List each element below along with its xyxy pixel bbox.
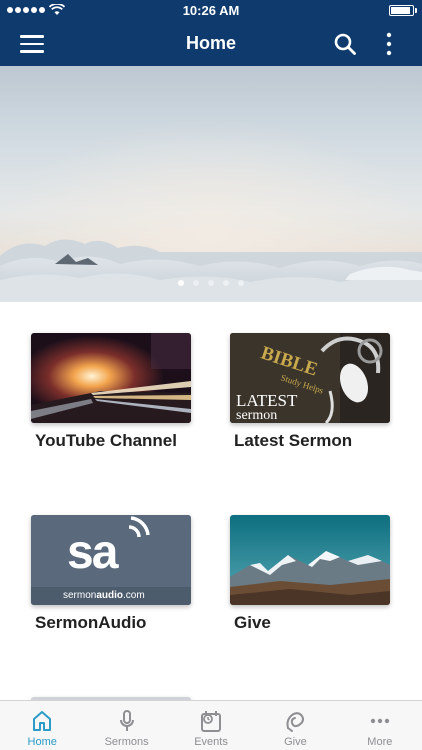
tile-give[interactable]: Give [230, 515, 392, 633]
tab-bar: Home Sermons Events Give More [0, 700, 422, 750]
status-bar: 10:26 AM [0, 0, 422, 22]
sermonaudio-logo-text: sa [67, 526, 118, 579]
hero-pager[interactable] [0, 280, 422, 286]
more-vertical-icon[interactable] [382, 32, 396, 56]
sermonaudio-caption-c: .com [123, 590, 145, 601]
pager-dot[interactable] [208, 280, 214, 286]
tile-label: Latest Sermon [234, 431, 353, 450]
hero-banner[interactable] [0, 66, 422, 302]
pager-dot[interactable] [238, 280, 244, 286]
sermonaudio-caption-b: audio [96, 590, 124, 601]
microphone-icon [119, 710, 134, 731]
youtube-channel-image [31, 333, 191, 423]
tab-sermons[interactable]: Sermons [84, 701, 168, 750]
tab-label: Sermons [104, 736, 149, 748]
pager-dot[interactable] [223, 280, 229, 286]
tab-give[interactable]: Give [253, 701, 337, 750]
tile-sermonaudio[interactable]: sa sermonaudio.com SermonAudio [31, 515, 193, 633]
more-horizontal-icon [370, 718, 390, 724]
nav-bar: Home [0, 22, 422, 66]
battery-icon [389, 5, 417, 16]
sermonaudio-caption-a: sermon [63, 590, 97, 601]
tile-label: SermonAudio [35, 613, 147, 632]
content-grid: YouTube Channel BIBLE Study Helps LATEST… [0, 302, 422, 700]
page-title: Home [185, 33, 236, 53]
tab-events[interactable]: Events [169, 701, 253, 750]
calendar-clock-icon [201, 711, 222, 732]
tab-label: Events [194, 736, 228, 748]
search-icon[interactable] [333, 32, 357, 56]
clouds-image [0, 66, 422, 302]
sermonaudio-image: sa sermonaudio.com [31, 515, 191, 605]
pager-dot[interactable] [193, 280, 199, 286]
sermonaudio-caption: sermonaudio.com [63, 590, 145, 601]
latest-sermon-image: BIBLE Study Helps LATEST sermon [230, 333, 390, 423]
tab-home[interactable]: Home [0, 701, 84, 750]
give-image [230, 515, 390, 605]
tab-label: More [367, 736, 393, 748]
home-icon [33, 711, 52, 731]
tile-youtube-channel[interactable]: YouTube Channel [31, 333, 193, 451]
latest-sermon-sermon-text: sermon [236, 408, 278, 423]
tab-more[interactable]: More [338, 701, 422, 750]
give-icon [286, 712, 305, 732]
tile-label: YouTube Channel [35, 431, 177, 450]
tab-label: Home [27, 736, 57, 748]
status-time: 10:26 AM [182, 3, 240, 18]
tile-latest-sermon[interactable]: BIBLE Study Helps LATEST sermon Latest S… [230, 333, 392, 451]
tile-label: Give [234, 613, 271, 632]
tab-label: Give [284, 736, 307, 748]
pager-dot[interactable] [178, 280, 184, 286]
